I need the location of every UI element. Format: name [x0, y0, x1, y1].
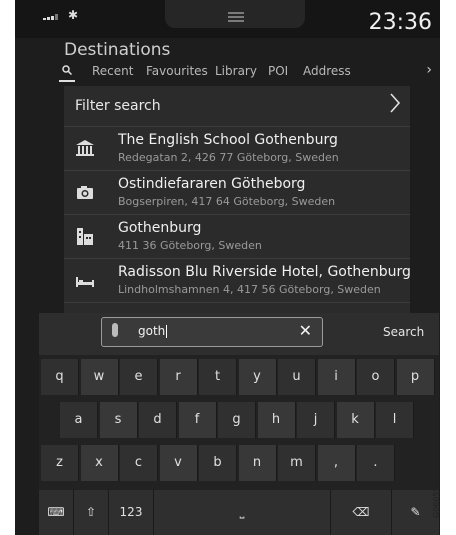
side-panel [15, 86, 64, 316]
bluetooth-icon: ✱ [68, 8, 79, 22]
result-address: Bogserpiren, 417 64 Göteborg, Sweden [118, 195, 336, 208]
tab-library[interactable]: Library [215, 64, 257, 78]
key-row-bottom: ⌨ ⇧ 123 ⎵ ⌫ ✎ [39, 490, 440, 535]
filter-search-label: Filter search [75, 98, 161, 114]
key-b[interactable]: b [199, 445, 237, 481]
key-y[interactable]: y [238, 359, 277, 395]
numbers-key[interactable]: 123 [109, 490, 154, 535]
key-m[interactable]: m [278, 445, 316, 481]
museum-icon [76, 140, 94, 156]
screen: ✱ 23:36 Destinations Recent Favourites L… [15, 0, 440, 535]
on-screen-keyboard: goth ✕ Search qwertyuiop asdfghjkl zxcvb… [39, 313, 440, 535]
key-n[interactable]: n [238, 445, 277, 481]
list-item[interactable]: Ostindiefararen Götheborg Bogserpiren, 4… [64, 171, 410, 215]
list-item[interactable]: Radisson Blu Riverside Hotel, Gothenburg… [64, 259, 411, 303]
key-q[interactable]: q [41, 359, 79, 395]
key-d[interactable]: d [139, 402, 177, 438]
key-t[interactable]: t [199, 359, 237, 395]
result-address: 411 36 Göteborg, Sweden [118, 239, 262, 252]
key-w[interactable]: w [80, 359, 119, 395]
tab-recent[interactable]: Recent [92, 64, 133, 78]
list-item[interactable]: Gothenburg 411 36 Göteborg, Sweden [64, 215, 410, 259]
key-row-3: zxcvbnm,. [39, 445, 439, 481]
key-h[interactable]: h [257, 402, 296, 438]
key-p[interactable]: p [396, 359, 435, 395]
space-key[interactable]: ⎵ [154, 490, 331, 535]
key-u[interactable]: u [278, 359, 316, 395]
tab-address[interactable]: Address [303, 64, 351, 78]
key-r[interactable]: r [159, 359, 198, 395]
keyboard-switch-icon[interactable]: ⌨ [39, 490, 74, 535]
camera-icon [77, 186, 93, 199]
signal-icon [43, 14, 63, 20]
microphone-icon[interactable] [112, 323, 118, 337]
active-tab-indicator [59, 80, 75, 82]
clock: 23:36 [368, 10, 432, 35]
result-address: Redegatan 2, 426 77 Göteborg, Sweden [118, 151, 339, 164]
chevron-right-icon [390, 93, 401, 113]
key-e[interactable]: e [120, 359, 158, 395]
result-name: Radisson Blu Riverside Hotel, Gothenburg [118, 264, 411, 280]
chevron-right-icon[interactable]: › [426, 62, 432, 78]
search-button[interactable]: Search [383, 325, 424, 339]
backspace-icon[interactable]: ⌫ [331, 490, 392, 535]
clear-icon[interactable]: ✕ [299, 321, 312, 340]
result-name: Ostindiefararen Götheborg [118, 176, 306, 192]
search-input[interactable]: goth ✕ [101, 317, 323, 347]
figure-id: G060553 [432, 481, 441, 518]
key-a[interactable]: a [60, 402, 98, 438]
search-icon[interactable] [62, 65, 72, 75]
search-input-value: goth [138, 324, 166, 338]
key-g[interactable]: g [218, 402, 256, 438]
shift-icon[interactable]: ⇧ [74, 490, 109, 535]
status-bar: ✱ 23:36 [15, 0, 440, 38]
key-x[interactable]: x [80, 445, 119, 481]
result-name: Gothenburg [118, 220, 202, 236]
key-s[interactable]: s [99, 402, 138, 438]
text-caret [166, 325, 168, 338]
keyboard-input-bar: goth ✕ Search [39, 313, 439, 355]
result-name: The English School Gothenburg [118, 132, 338, 148]
tab-poi[interactable]: POI [268, 64, 288, 78]
key-period[interactable]: . [357, 445, 395, 481]
tab-favourites[interactable]: Favourites [146, 64, 208, 78]
key-i[interactable]: i [317, 359, 356, 395]
key-c[interactable]: c [120, 445, 158, 481]
key-l[interactable]: l [376, 402, 414, 438]
hotel-icon [76, 277, 94, 287]
key-z[interactable]: z [41, 445, 79, 481]
pull-down-handle[interactable] [165, 0, 305, 28]
key-f[interactable]: f [178, 402, 217, 438]
key-comma[interactable]: , [317, 445, 356, 481]
destination-tabs: Recent Favourites Library POI Address › [15, 62, 440, 82]
key-k[interactable]: k [336, 402, 375, 438]
result-address: Lindholmshamnen 4, 417 56 Göteborg, Swed… [118, 283, 381, 296]
list-item[interactable]: The English School Gothenburg Redegatan … [64, 127, 410, 171]
key-v[interactable]: v [159, 445, 198, 481]
filter-search-row[interactable]: Filter search [64, 86, 410, 127]
page-title: Destinations [64, 40, 171, 60]
key-j[interactable]: j [297, 402, 335, 438]
results-list: Filter search The English School Gothenb… [64, 86, 411, 316]
key-o[interactable]: o [357, 359, 395, 395]
city-icon [77, 228, 93, 245]
key-row-1: qwertyuiop [39, 359, 439, 395]
key-row-2: asdfghjkl [39, 402, 439, 438]
